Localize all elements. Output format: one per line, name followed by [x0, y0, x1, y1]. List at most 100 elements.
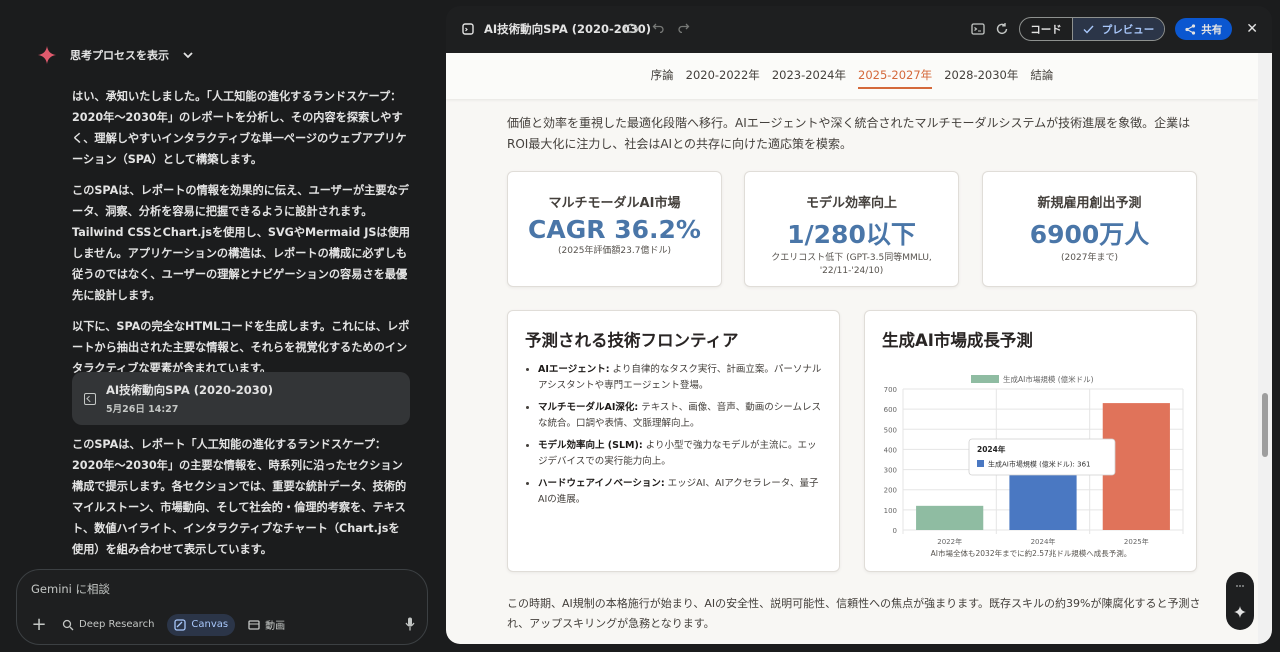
frontier-item-head: マルチモーダルAI深化:: [538, 402, 639, 413]
share-button[interactable]: 共有: [1175, 18, 1233, 40]
legend-label: 生成AI市場規模 (億米ドル): [1003, 374, 1094, 384]
frontier-item-head: AIエージェント:: [538, 364, 610, 375]
frontier-item: ハードウェアイノベーション: エッジAI、AIアクセラレータ、量子AIの進展。: [538, 476, 823, 508]
frontier-item: マルチモーダルAI深化: テキスト、画像、音声、動画のシームレスな統合。口調や表…: [538, 400, 823, 432]
canvas-button[interactable]: Canvas: [167, 613, 236, 636]
chart-caption: AI市場全体も2032年までに約2.57兆ドル規模へ成長予測。: [931, 548, 1132, 558]
stat-card-jobs: 新規雇用創出予測 6900万人 (2027年まで): [982, 171, 1197, 287]
y-tick-label: 700: [884, 386, 897, 394]
nav-intro[interactable]: 序論: [651, 67, 674, 89]
section-intro: 価値と効率を重視した最適化段階へ移行。AIエージェントや深く統合されたマルチモー…: [507, 116, 1191, 151]
artifact-card[interactable]: AI技術動向SPA (2020-2030) 5月26日 14:27: [72, 372, 410, 425]
code-doc-icon: [462, 23, 474, 35]
y-tick-label: 300: [884, 467, 897, 475]
deep-research-button[interactable]: Deep Research: [55, 614, 161, 636]
cloud-sync-icon[interactable]: [624, 21, 638, 35]
message-paragraph: このSPAは、レポート「人工知能の進化するランドスケープ：2020年〜2030年…: [72, 438, 407, 556]
canvas-title: AI技術動向SPA (2020-2030): [462, 21, 651, 37]
y-tick-label: 500: [884, 426, 897, 434]
share-label: 共有: [1201, 23, 1223, 36]
message-paragraph: はい、承知いたしました。「人工知能の進化するランドスケープ：2020年〜2030…: [72, 90, 407, 166]
tooltip-swatch: [977, 460, 984, 467]
stat-card-multimodal: マルチモーダルAI市場 CAGR 36.2% (2025年評価額23.7億ドル): [507, 171, 722, 287]
market-panel: 生成AI市場成長予測 生成AI市場規模 (億米ドル) 0 100 200 300 400 5…: [864, 310, 1197, 572]
x-tick-label: 2024年: [1031, 537, 1056, 546]
deep-research-icon: [62, 619, 74, 630]
stat-note: (2025年評価額23.7億ドル): [558, 246, 671, 256]
preview-page: 序論 2020-2022年 2023-2024年 2025-2027年 2028…: [446, 53, 1258, 644]
market-title: 生成AI市場成長予測: [882, 331, 1033, 350]
market-chart[interactable]: 生成AI市場規模 (億米ドル) 0 100 200 300 400 500 600 700 202…: [865, 363, 1198, 563]
stat-title: モデル効率向上: [805, 196, 897, 211]
nav-2023-2024[interactable]: 2023-2024年: [772, 67, 846, 89]
undo-icon[interactable]: [652, 21, 664, 33]
canvas-panel: AI技術動向SPA (2020-2030) コード プレビュー 共有 ✕ 序論 …: [446, 6, 1272, 644]
scrollbar-thumb[interactable]: [1262, 393, 1268, 457]
prompt-composer: + Deep Research Canvas 動画: [16, 569, 428, 645]
canvas-toolbar: AI技術動向SPA (2020-2030) コード プレビュー 共有 ✕: [446, 6, 1272, 53]
message-paragraph: 以下に、SPAの完全なHTMLコードを生成します。これには、レポートから抽出され…: [72, 320, 410, 375]
nav-2028-2030[interactable]: 2028-2030年: [944, 67, 1018, 89]
console-icon[interactable]: [971, 22, 985, 36]
stat-card-efficiency: モデル効率向上 1/280以下 クエリコスト低下 (GPT-3.5同等MMLU,…: [744, 171, 959, 287]
redo-icon[interactable]: [678, 21, 690, 33]
y-tick-label: 400: [884, 446, 897, 454]
floating-tools: [1226, 572, 1254, 630]
frontier-item: モデル効率向上 (SLM): より小型で強力なモデルが主流に。エッジデバイスでの…: [538, 438, 823, 470]
view-toggle: コード プレビュー: [1019, 17, 1166, 41]
preview-tab-label: プレビュー: [1101, 23, 1155, 36]
frontier-item-head: モデル効率向上 (SLM):: [538, 440, 643, 451]
preview-tab[interactable]: プレビュー: [1071, 18, 1165, 40]
video-button[interactable]: 動画: [241, 612, 292, 637]
y-tick-label: 600: [884, 406, 897, 414]
section-nav: 序論 2020-2022年 2023-2024年 2025-2027年 2028…: [446, 53, 1258, 99]
section-footer: この時期、AI規制の本格施行が始まり、AIの安全性、説明可能性、信頼性への焦点が…: [507, 597, 1201, 630]
artifact-title: AI技術動向SPA (2020-2030): [106, 383, 274, 397]
stat-note: (2027年まで): [1061, 253, 1118, 263]
toolbar-icons: [624, 21, 690, 35]
bar: [916, 505, 984, 530]
floating-edit-icon[interactable]: [1226, 572, 1254, 630]
y-tick-label: 0: [893, 527, 897, 535]
video-label: 動画: [265, 621, 286, 632]
stat-value: 1/280以下: [787, 220, 916, 249]
canvas-icon: [174, 618, 187, 631]
composer-tools: + Deep Research Canvas 動画: [29, 612, 292, 637]
video-icon: [248, 619, 260, 630]
tooltip-text: 生成AI市場規模 (億米ドル): 361: [988, 460, 1090, 469]
check-icon: [1083, 25, 1094, 34]
nav-2020-2022[interactable]: 2020-2022年: [686, 67, 760, 89]
share-icon: [1185, 23, 1196, 35]
close-icon[interactable]: ✕: [1246, 21, 1258, 37]
gemini-spark-icon: [38, 46, 56, 64]
stat-value: CAGR 36.2%: [528, 215, 701, 244]
frontier-item-head: ハードウェアイノベーション:: [538, 478, 665, 489]
frontier-title: 予測される技術フロンティア: [525, 331, 739, 350]
canvas-label: Canvas: [191, 619, 229, 630]
stat-title: 新規雇用創出予測: [1037, 196, 1142, 211]
assistant-message-summary: このSPAは、レポート「人工知能の進化するランドスケープ：2020年〜2030年…: [72, 434, 410, 570]
frontier-list: AIエージェント: より自律的なタスク実行、計画立案。パーソナルアシスタントや専…: [538, 362, 823, 514]
nav-2025-2027[interactable]: 2025-2027年: [858, 67, 933, 89]
nav-conclusion[interactable]: 結論: [1030, 67, 1053, 89]
toolbar-right: コード プレビュー 共有 ✕: [971, 17, 1258, 41]
tooltip-title: 2024年: [977, 444, 1006, 454]
prompt-input[interactable]: [31, 582, 331, 596]
x-tick-label: 2025年: [1124, 537, 1149, 546]
legend-swatch: [971, 375, 999, 383]
code-artifact-icon: [84, 392, 96, 405]
code-tab[interactable]: コード: [1020, 18, 1072, 40]
microphone-icon[interactable]: [405, 617, 415, 631]
page-scrollbar[interactable]: [1258, 53, 1272, 644]
show-thinking-toggle[interactable]: 思考プロセスを表示: [38, 46, 193, 64]
stat-title: マルチモーダルAI市場: [548, 196, 681, 211]
x-tick-label: 2022年: [937, 537, 962, 546]
refresh-icon[interactable]: [995, 22, 1009, 36]
message-paragraph: このSPAは、レポートの情報を効果的に伝え、ユーザーが主要なデータ、洞察、分析を…: [72, 184, 410, 302]
stat-value: 6900万人: [1029, 220, 1150, 249]
stat-note: クエリコスト低下 (GPT-3.5同等MMLU, '22/11-'24/10): [771, 253, 932, 276]
add-icon[interactable]: +: [29, 614, 49, 635]
y-tick-label: 200: [884, 487, 897, 495]
frontier-panel: 予測される技術フロンティア AIエージェント: より自律的なタスク実行、計画立案…: [507, 310, 840, 572]
chevron-down-icon: [183, 52, 193, 59]
